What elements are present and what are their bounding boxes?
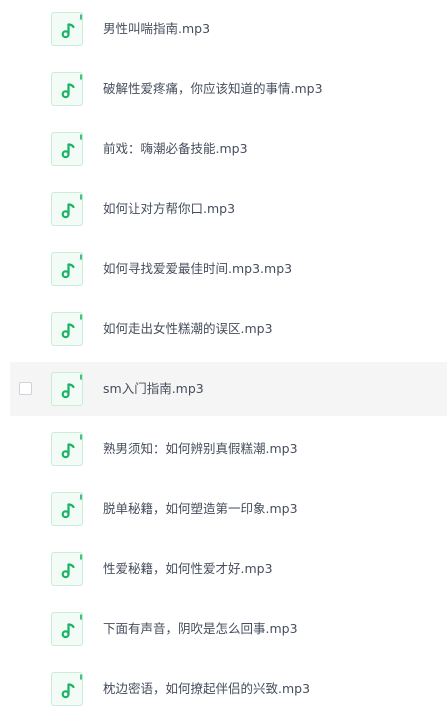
file-row[interactable]: 如何让对方帮你口.mp3 [10,182,447,236]
file-name[interactable]: 破解性爱疼痛，你应该知道的事情.mp3 [103,79,323,99]
file-row[interactable]: sm入门指南.mp3 [10,362,447,416]
file-name[interactable]: 熟男须知：如何辨别真假糕潮.mp3 [103,439,298,459]
file-name[interactable]: 男性叫喘指南.mp3 [103,19,210,39]
file-name[interactable]: sm入门指南.mp3 [103,379,204,399]
file-row[interactable]: 脱单秘籍，如何塑造第一印象.mp3 [10,482,447,536]
music-note-file-icon [51,612,83,646]
file-name[interactable]: 前戏：嗨潮必备技能.mp3 [103,139,248,159]
music-note-file-icon [51,492,83,526]
file-name[interactable]: 下面有声音，阴吹是怎么回事.mp3 [103,619,298,639]
music-note-file-icon [51,552,83,586]
file-name[interactable]: 如何寻找爱爱最佳时间.mp3.mp3 [103,259,292,279]
file-name[interactable]: 如何让对方帮你口.mp3 [103,199,235,219]
file-row[interactable]: 破解性爱疼痛，你应该知道的事情.mp3 [10,62,447,116]
file-row[interactable]: 下面有声音，阴吹是怎么回事.mp3 [10,602,447,656]
file-row[interactable]: 性爱秘籍，如何性爱才好.mp3 [10,542,447,596]
file-list: 男性叫喘指南.mp3 破解性爱疼痛，你应该知道的事情.mp3 前戏：嗨潮必备技能.m… [0,0,447,714]
file-row[interactable]: 枕边密语，如何撩起伴侣的兴致.mp3 [10,662,447,716]
row-checkbox[interactable] [19,382,32,395]
file-row[interactable]: 如何走出女性糕潮的误区.mp3 [10,302,447,356]
file-row[interactable]: 熟男须知：如何辨别真假糕潮.mp3 [10,422,447,476]
music-note-file-icon [51,12,83,46]
music-note-file-icon [51,192,83,226]
file-name[interactable]: 脱单秘籍，如何塑造第一印象.mp3 [103,499,298,519]
file-name[interactable]: 枕边密语，如何撩起伴侣的兴致.mp3 [103,679,310,699]
music-note-file-icon [51,312,83,346]
file-name[interactable]: 性爱秘籍，如何性爱才好.mp3 [103,559,273,579]
music-note-file-icon [51,672,83,706]
music-note-file-icon [51,72,83,106]
music-note-file-icon [51,432,83,466]
music-note-file-icon [51,372,83,406]
file-row[interactable]: 如何寻找爱爱最佳时间.mp3.mp3 [10,242,447,296]
file-row[interactable]: 男性叫喘指南.mp3 [10,2,447,56]
music-note-file-icon [51,252,83,286]
music-note-file-icon [51,132,83,166]
file-name[interactable]: 如何走出女性糕潮的误区.mp3 [103,319,273,339]
file-row[interactable]: 前戏：嗨潮必备技能.mp3 [10,122,447,176]
